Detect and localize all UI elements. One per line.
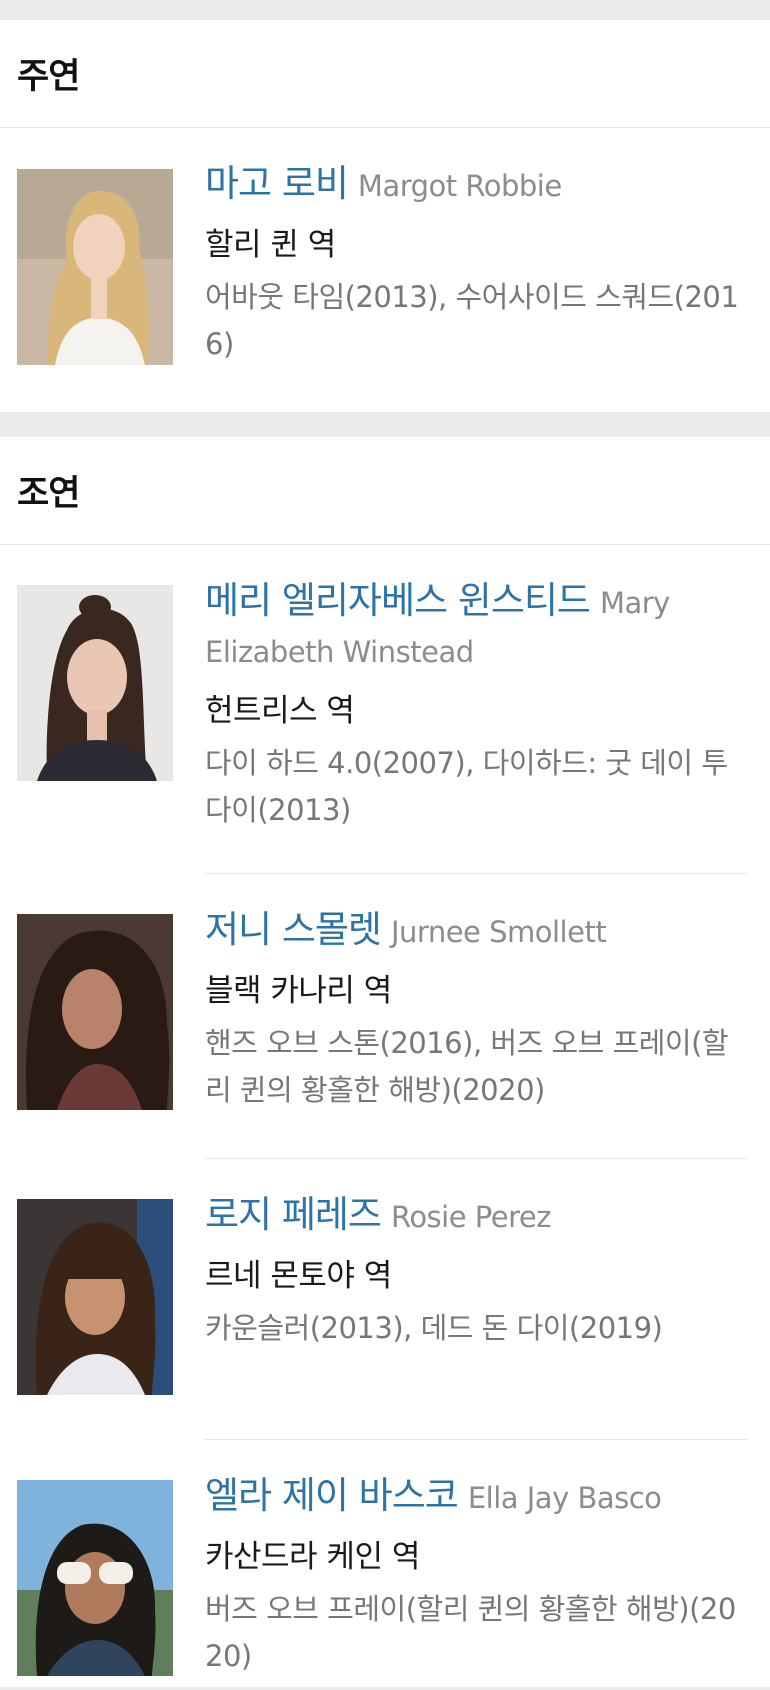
section-header: 조연 [0, 437, 770, 545]
cast-name-line: 마고 로비 Margot Robbie [205, 161, 747, 213]
cast-role: 블랙 카나리 역 [205, 973, 392, 1009]
cast-name-english: Ella Jay Basco [467, 1481, 662, 1515]
actor-photo-jurnee-smollett [17, 914, 173, 1110]
cast-info: 저니 스몰렛 Jurnee Smollett 블랙 카나리 역 핸즈 오브 스톤(… [205, 907, 747, 1114]
cast-filmography: 어바웃 타임(2013), 수어사이드 스쿼드(2016) [205, 280, 739, 361]
actor-photo[interactable] [17, 1480, 173, 1676]
cast-item-rosie-perez[interactable]: 로지 페레즈 Rosie Perez 르네 몬토야 역 카운슬러(2013), 데… [17, 1158, 747, 1439]
cast-role: 헌트리스 역 [205, 693, 355, 729]
cast-name-english: Jurnee Smollett [390, 915, 607, 949]
cast-info: 마고 로비 Margot Robbie 할리 퀸 역 어바웃 타임(2013), … [205, 161, 747, 368]
cast-role: 르네 몬토야 역 [205, 1258, 392, 1294]
cast-role: 할리 퀸 역 [205, 227, 336, 263]
cast-filmography: 다이 하드 4.0(2007), 다이하드: 굿 데이 투 다이(2013) [205, 746, 728, 827]
cast-name-korean[interactable]: 메리 엘리자베스 윈스티드 [205, 579, 591, 622]
cast-name-english: Rosie Perez [390, 1200, 551, 1234]
cast-item-margot-robbie[interactable]: 마고 로비 Margot Robbie 할리 퀸 역 어바웃 타임(2013), … [0, 128, 770, 411]
supporting-cast-section: 조연 메리 엘리자베스 윈스티드 Mary Elizabeth Winstead … [0, 437, 770, 1687]
cast-name-line: 엘라 제이 바스코 Ella Jay Basco [205, 1473, 747, 1525]
actor-photo[interactable] [17, 914, 173, 1110]
cast-name-line: 저니 스몰렛 Jurnee Smollett [205, 907, 747, 959]
cast-name-line: 로지 페레즈 Rosie Perez [205, 1192, 747, 1244]
actor-photo-ella-jay-basco [17, 1480, 173, 1676]
cast-filmography: 핸즈 오브 스톤(2016), 버즈 오브 프레이(할리 퀸의 황홀한 해방)(… [205, 1026, 729, 1107]
cast-name-line: 메리 엘리자베스 윈스티드 Mary Elizabeth Winstead [205, 578, 747, 679]
cast-filmography: 카운슬러(2013), 데드 돈 다이(2019) [205, 1311, 663, 1345]
section-title: 조연 [17, 474, 80, 514]
cast-info: 엘라 제이 바스코 Ella Jay Basco 카산드라 케인 역 버즈 오브 … [205, 1473, 747, 1680]
cast-name-english: Margot Robbie [357, 169, 562, 203]
lead-cast-section: 주연 마고 로비 Margot Robbie 할리 퀸 역 어바웃 타임(2013… [0, 20, 770, 412]
actor-photo-margot-robbie [17, 169, 173, 365]
actor-photo-rosie-perez [17, 1199, 173, 1395]
actor-photo[interactable] [17, 1199, 173, 1395]
section-header: 주연 [0, 20, 770, 128]
actor-photo[interactable] [17, 169, 173, 365]
cast-item-mary-elizabeth-winstead[interactable]: 메리 엘리자베스 윈스티드 Mary Elizabeth Winstead 헌트리… [0, 545, 770, 873]
cast-name-korean[interactable]: 마고 로비 [205, 162, 349, 205]
actor-photo-mary-elizabeth-winstead [17, 585, 173, 781]
cast-role: 카산드라 케인 역 [205, 1539, 420, 1575]
cast-name-korean[interactable]: 로지 페레즈 [205, 1193, 382, 1236]
cast-info: 메리 엘리자베스 윈스티드 Mary Elizabeth Winstead 헌트리… [205, 578, 747, 834]
cast-info: 로지 페레즈 Rosie Perez 르네 몬토야 역 카운슬러(2013), 데… [205, 1192, 747, 1352]
cast-name-korean[interactable]: 저니 스몰렛 [205, 908, 382, 951]
actor-photo[interactable] [17, 585, 173, 781]
cast-name-korean[interactable]: 엘라 제이 바스코 [205, 1474, 459, 1517]
section-title: 주연 [17, 57, 80, 97]
cast-item-jurnee-smollett[interactable]: 저니 스몰렛 Jurnee Smollett 블랙 카나리 역 핸즈 오브 스톤(… [17, 873, 747, 1158]
cast-filmography: 버즈 오브 프레이(할리 퀸의 황홀한 해방)(2020) [205, 1592, 736, 1673]
cast-item-ella-jay-basco[interactable]: 엘라 제이 바스코 Ella Jay Basco 카산드라 케인 역 버즈 오브 … [17, 1439, 747, 1690]
